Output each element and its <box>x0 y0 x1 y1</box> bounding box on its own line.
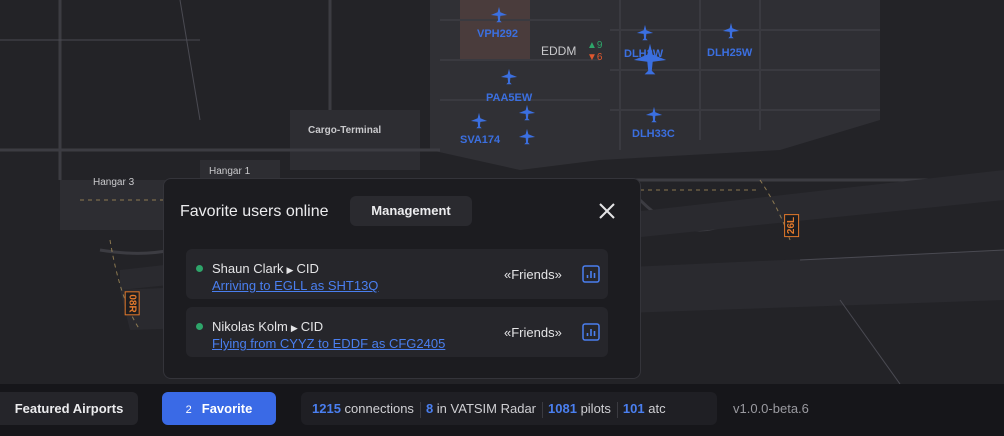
divider <box>616 401 618 418</box>
user-name: Shaun Clark <box>212 261 284 276</box>
favorite-user-card: Shaun Clark ▶ CID Arriving to EGLL as SHT1… <box>186 249 608 299</box>
pilots-label: pilots <box>580 401 611 416</box>
atc-count: 101 <box>622 401 645 416</box>
vatsim-radar-label: in VATSIM Radar <box>436 401 537 416</box>
runway-marker: 08R <box>124 291 140 316</box>
aircraft-icon[interactable] <box>636 24 654 42</box>
management-button[interactable]: Management <box>350 196 472 226</box>
callsign-label[interactable]: DLH25W <box>707 47 752 59</box>
connections-count: 1215 <box>312 401 341 416</box>
user-cid-label: CID <box>296 261 319 276</box>
favorite-label: Favorite <box>201 401 253 416</box>
departures-count: 6 <box>596 52 603 63</box>
user-group-tag: «Friends» <box>504 267 562 282</box>
pilots-count: 1081 <box>548 401 577 416</box>
play-arrow-icon: ▶ <box>290 323 298 333</box>
callsign-label[interactable]: VPH292 <box>477 28 518 40</box>
user-group-tag: «Friends» <box>504 325 562 340</box>
hangar-1-label: Hangar 1 <box>209 166 251 177</box>
version-label: v1.0.0-beta.6 <box>733 401 809 416</box>
runway-marker: 26L <box>784 213 800 238</box>
favorite-button[interactable]: 2 Favorite <box>162 392 276 425</box>
app-root: Cargo-Terminal Hangar 3 Hangar 1 EDDM ▲9… <box>0 0 1004 436</box>
user-name-line: Nikolas Kolm ▶ CID <box>212 319 323 334</box>
callsign-label[interactable]: DLH33C <box>632 128 675 140</box>
aircraft-icon[interactable] <box>518 128 536 146</box>
stats-chart-icon[interactable] <box>582 323 600 341</box>
divider <box>542 401 544 418</box>
aircraft-icon[interactable] <box>470 112 488 130</box>
airport-traffic-counts: ▲9 ▼6 <box>587 40 602 64</box>
aircraft-icon[interactable] <box>500 68 518 86</box>
favorite-count: 2 <box>185 404 192 416</box>
flight-link[interactable]: Flying from CYYZ to EDDF as CFG2405 <box>212 336 445 351</box>
online-status-dot <box>196 265 203 272</box>
aircraft-icon[interactable] <box>490 6 508 24</box>
stats-chart-icon[interactable] <box>582 265 600 283</box>
user-name-line: Shaun Clark ▶ CID <box>212 261 319 276</box>
favorite-users-dialog: Favorite users online Management Shaun C… <box>163 178 641 379</box>
callsign-label[interactable]: PAA5EW <box>486 92 532 104</box>
arrivals-arrow-icon: ▲ <box>587 40 597 51</box>
atc-label: atc <box>648 401 666 416</box>
user-cid-label: CID <box>300 319 324 334</box>
online-status-dot <box>196 323 203 330</box>
play-arrow-icon: ▶ <box>286 265 294 275</box>
callsign-label[interactable]: SVA174 <box>460 134 500 146</box>
flight-link[interactable]: Arriving to EGLL as SHT13Q <box>212 278 378 293</box>
bottom-bar: Featured Airports 2 Favorite 1215 connect… <box>0 384 1004 436</box>
vatsim-radar-count: 8 <box>425 401 434 416</box>
aircraft-icon[interactable] <box>722 22 740 40</box>
departures-arrow-icon: ▼ <box>587 52 597 63</box>
airport-code[interactable]: EDDM <box>541 44 576 58</box>
close-icon[interactable] <box>596 200 618 222</box>
cargo-terminal-label: Cargo-Terminal <box>308 125 382 136</box>
connections-label: connections <box>344 401 414 416</box>
dialog-title: Favorite users online <box>180 203 329 220</box>
favorite-user-card: Nikolas Kolm ▶ CID Flying from CYYZ to EDD… <box>186 307 608 357</box>
hangar-3-label: Hangar 3 <box>93 177 135 188</box>
featured-airports-button[interactable]: Featured Airports <box>0 392 138 425</box>
callsign-label[interactable]: DLH2W <box>624 48 663 60</box>
aircraft-icon[interactable] <box>645 106 663 124</box>
aircraft-icon[interactable] <box>518 104 536 122</box>
arrivals-count: 9 <box>596 40 603 51</box>
divider <box>419 401 421 418</box>
user-name: Nikolas Kolm <box>212 319 288 334</box>
network-stats: 1215 connections 8 in VATSIM Radar 1081 pi… <box>301 392 717 425</box>
